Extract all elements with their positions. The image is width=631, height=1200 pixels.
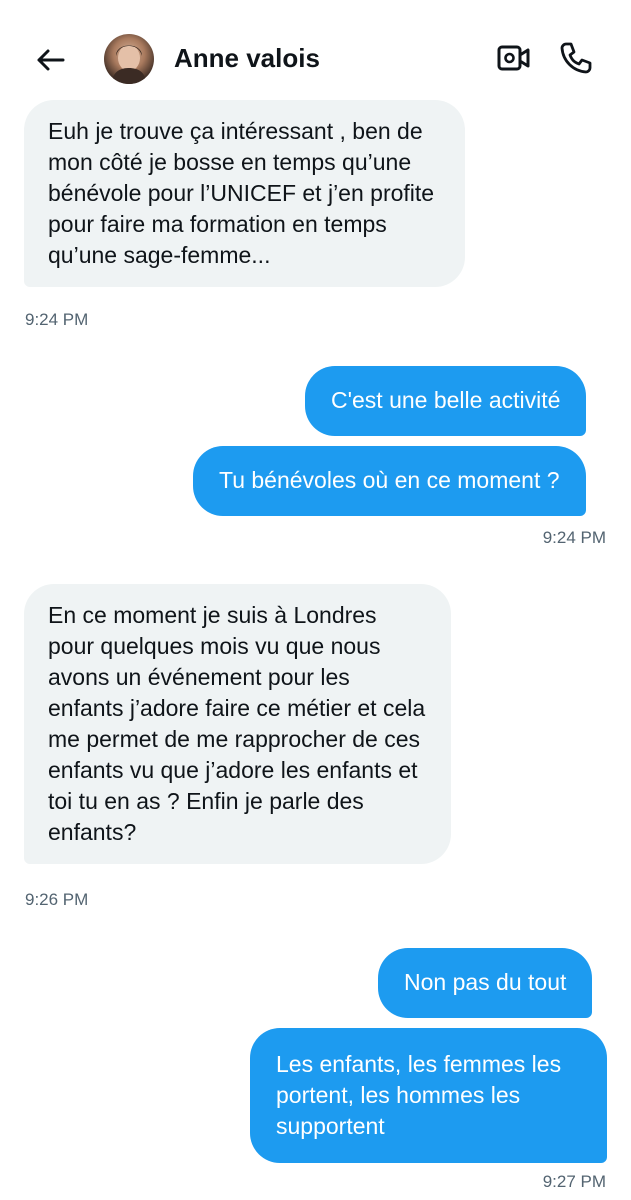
- message-bubble-incoming[interactable]: En ce moment je suis à Londres pour quel…: [24, 584, 451, 864]
- video-call-button[interactable]: [494, 40, 534, 76]
- avatar[interactable]: [104, 34, 154, 84]
- contact-name[interactable]: Anne valois: [174, 43, 320, 74]
- message-timestamp: 9:26 PM: [25, 890, 89, 909]
- message-timestamp: 9:24 PM: [542, 528, 606, 547]
- message-bubble-outgoing[interactable]: Les enfants, les femmes les portent, les…: [250, 1028, 607, 1163]
- arrow-left-icon: [37, 49, 65, 71]
- message-bubble-outgoing[interactable]: Tu bénévoles où en ce moment ?: [193, 446, 586, 516]
- message-timestamp: 9:24 PM: [25, 310, 89, 329]
- message-timestamp: 9:27 PM: [542, 1172, 606, 1191]
- video-camera-icon: [497, 45, 530, 71]
- back-button[interactable]: [30, 40, 70, 80]
- phone-icon: [560, 42, 592, 74]
- message-bubble-outgoing[interactable]: C'est une belle activité: [305, 366, 587, 436]
- voice-call-button[interactable]: [556, 38, 596, 78]
- message-bubble-outgoing[interactable]: Non pas du tout: [378, 948, 593, 1018]
- message-bubble-incoming[interactable]: Euh je trouve ça intéressant , ben de mo…: [24, 100, 465, 287]
